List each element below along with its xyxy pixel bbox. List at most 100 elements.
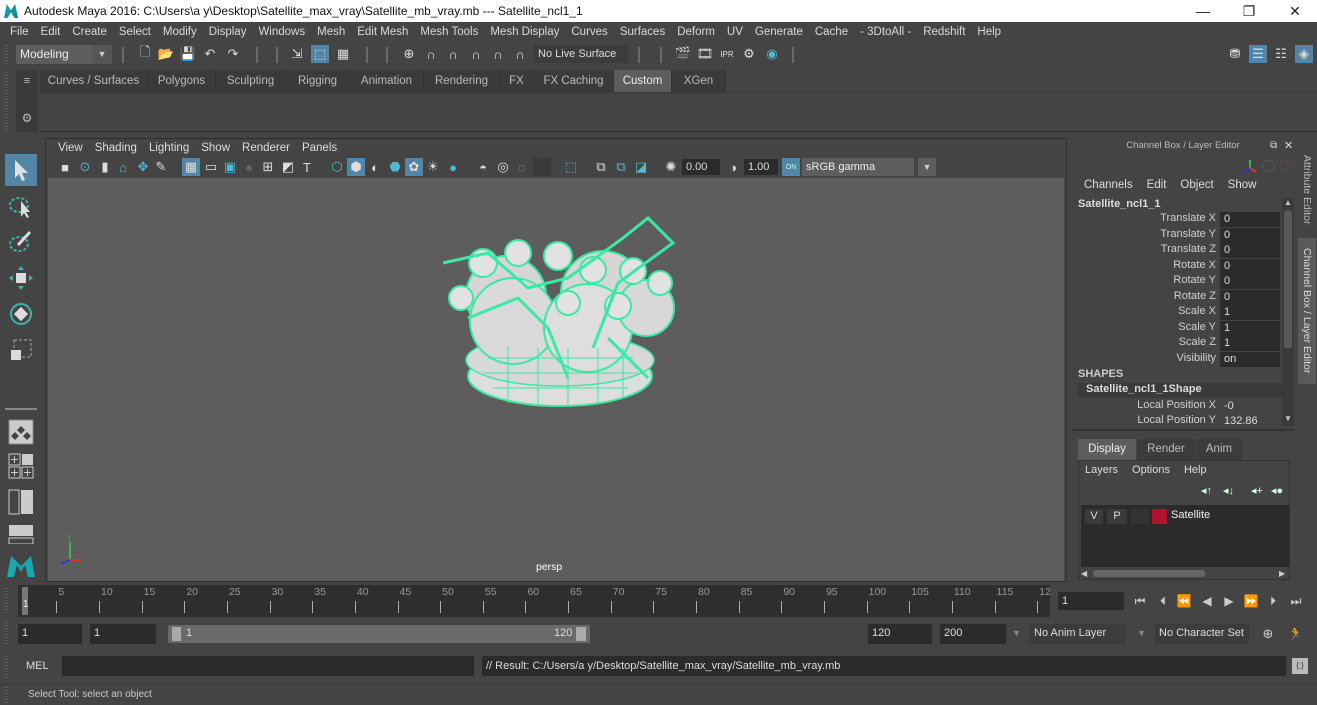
- step-back-key-icon[interactable]: ⏪: [1176, 593, 1192, 609]
- render-sequence-icon[interactable]: 🎞: [696, 45, 714, 63]
- viewport-menu-shading[interactable]: Shading: [89, 142, 143, 154]
- layer-tab-display[interactable]: Display: [1078, 439, 1136, 460]
- live-surface-field[interactable]: No Live Surface: [534, 45, 628, 63]
- command-line-grip[interactable]: [4, 656, 8, 678]
- modeling-toolkit-icon[interactable]: ⛃: [1226, 45, 1244, 63]
- current-frame-field[interactable]: 1: [1058, 592, 1124, 610]
- end-time-field[interactable]: 200: [940, 624, 1006, 644]
- safe-title-icon[interactable]: T: [298, 158, 316, 176]
- safe-action-icon[interactable]: ◩: [279, 158, 297, 176]
- viewport-menu-renderer[interactable]: Renderer: [236, 142, 296, 154]
- menu-modify[interactable]: Modify: [157, 26, 203, 38]
- menu-help[interactable]: Help: [971, 26, 1007, 38]
- gamma-icon[interactable]: ◑: [724, 158, 742, 176]
- character-set-dropdown[interactable]: No Character Set: [1155, 624, 1249, 644]
- menu-mesh-tools[interactable]: Mesh Tools: [414, 26, 484, 38]
- menu-redshift[interactable]: Redshift: [917, 26, 971, 38]
- channel-row[interactable]: Scale Y 1: [1072, 320, 1282, 336]
- new-layer-selected-icon[interactable]: ◂●: [1271, 484, 1283, 497]
- menu-edit[interactable]: Edit: [35, 26, 67, 38]
- shelf-tab-animation[interactable]: Animation: [350, 70, 424, 92]
- satellite-model[interactable]: [442, 215, 676, 407]
- step-forward-key-icon[interactable]: ⏩: [1243, 593, 1259, 609]
- channel-menu-edit[interactable]: Edit: [1147, 179, 1167, 191]
- anim-layer-dropdown[interactable]: No Anim Layer: [1030, 624, 1126, 644]
- channel-value[interactable]: -0: [1220, 399, 1280, 414]
- single-perspective-view-button[interactable]: [5, 416, 37, 448]
- snap-point-icon[interactable]: ∩: [444, 45, 462, 63]
- resolution-gate-icon[interactable]: ▣: [221, 158, 239, 176]
- channel-row[interactable]: Scale Z 1: [1072, 336, 1282, 351]
- channel-value[interactable]: 0: [1220, 289, 1280, 305]
- time-slider[interactable]: 1 5 10 15 20 25 30 35 40 45 50 55 60 65 70 75 80 85 90 95 1…: [18, 585, 1051, 617]
- channel-box-toggle-icon[interactable]: ◈: [1295, 45, 1313, 63]
- speed-icon[interactable]: ◯: [1262, 158, 1275, 172]
- channel-value[interactable]: 1: [1220, 320, 1280, 336]
- help-line-grip[interactable]: [4, 687, 8, 703]
- xray-joints-icon[interactable]: ⧉: [612, 158, 630, 176]
- camera-attributes-icon[interactable]: ⊙: [76, 158, 94, 176]
- menu-select[interactable]: Select: [113, 26, 157, 38]
- screen-space-ao-icon[interactable]: ◓: [474, 158, 492, 176]
- snap-live-icon[interactable]: ∩: [489, 45, 507, 63]
- channel-row[interactable]: Local Position Y 132.86: [1072, 414, 1282, 429]
- shelf-tab-curves-surfaces[interactable]: Curves / Surfaces: [40, 70, 148, 92]
- menu-generate[interactable]: Generate: [749, 26, 809, 38]
- channel-row[interactable]: Translate Y 0: [1072, 227, 1282, 243]
- layer-playback-toggle[interactable]: P: [1107, 509, 1127, 524]
- channel-row[interactable]: Translate X 0: [1072, 212, 1282, 227]
- channel-menu-show[interactable]: Show: [1228, 179, 1257, 191]
- lasso-tool[interactable]: [5, 190, 37, 222]
- shelf-tab-rendering[interactable]: Rendering: [424, 70, 500, 92]
- isolate-select-icon[interactable]: ⬚: [562, 158, 580, 176]
- maximize-button[interactable]: ❐: [1226, 0, 1272, 22]
- menu-cache[interactable]: Cache: [809, 26, 854, 38]
- manipulator-icon[interactable]: [1242, 158, 1262, 174]
- menu-curves[interactable]: Curves: [565, 26, 613, 38]
- range-start-handle[interactable]: [172, 627, 181, 641]
- motion-blur-icon[interactable]: ◎: [494, 158, 512, 176]
- channel-value[interactable]: on: [1220, 351, 1280, 367]
- two-d-pan-zoom-icon[interactable]: ✥: [134, 158, 152, 176]
- playback-end-field[interactable]: 120: [868, 624, 932, 644]
- layer-visibility-toggle[interactable]: V: [1085, 509, 1103, 524]
- layer-hscrollbar[interactable]: ◀ ▶: [1081, 569, 1289, 579]
- render-current-frame-icon[interactable]: 🎬: [674, 45, 692, 63]
- image-plane-icon[interactable]: ⌂: [114, 158, 132, 176]
- shadows-icon[interactable]: ●: [444, 158, 462, 176]
- menu-mesh-display[interactable]: Mesh Display: [484, 26, 565, 38]
- snap-surface-icon[interactable]: ∩: [511, 45, 529, 63]
- xray-components-icon[interactable]: ◪: [632, 158, 650, 176]
- save-scene-icon[interactable]: 💾: [179, 45, 197, 63]
- start-time-field[interactable]: 1: [18, 624, 82, 644]
- smooth-shade-icon[interactable]: ⬢: [347, 158, 365, 176]
- menu-file[interactable]: File: [4, 26, 35, 38]
- shelf-tab-custom[interactable]: Custom: [614, 70, 672, 92]
- menuset-dropdown[interactable]: Modeling ▼: [16, 45, 112, 64]
- attribute-editor-toggle-icon[interactable]: ☰: [1249, 45, 1267, 63]
- step-back-frame-icon[interactable]: ⏴: [1155, 593, 1171, 609]
- depth-of-field-icon[interactable]: [533, 158, 551, 176]
- viewport-menu-lighting[interactable]: Lighting: [143, 142, 195, 154]
- 3d-viewport[interactable]: Y persp: [48, 178, 1064, 581]
- shelf-tab-fx[interactable]: FX: [500, 70, 534, 92]
- default-material-icon[interactable]: ◐: [366, 158, 384, 176]
- shelf-tab-sculpting[interactable]: Sculpting: [216, 70, 286, 92]
- channel-row[interactable]: Visibility on: [1072, 351, 1282, 367]
- time-slider-grip[interactable]: [4, 588, 8, 614]
- shelf-menu-icon[interactable]: ≡: [16, 70, 38, 92]
- hyper-icon[interactable]: ◯: [1279, 158, 1292, 172]
- use-all-lights-icon[interactable]: ☀: [424, 158, 442, 176]
- select-object-icon[interactable]: ⬚: [311, 45, 329, 63]
- range-slider[interactable]: 1 120: [168, 625, 590, 643]
- channel-menu-channels[interactable]: Channels: [1084, 179, 1133, 191]
- layer-menu-options[interactable]: Options: [1132, 464, 1170, 476]
- shelf-grip[interactable]: [4, 72, 8, 132]
- channel-box-layer-editor-tab[interactable]: Channel Box / Layer Editor: [1298, 238, 1316, 384]
- menu-deform[interactable]: Deform: [671, 26, 721, 38]
- script-editor-icon[interactable]: {;}: [1292, 658, 1308, 674]
- layer-menu-help[interactable]: Help: [1184, 464, 1207, 476]
- film-gate-icon[interactable]: ▭: [202, 158, 220, 176]
- layer-menu-layers[interactable]: Layers: [1085, 464, 1118, 476]
- play-backwards-icon[interactable]: ◀: [1199, 593, 1215, 609]
